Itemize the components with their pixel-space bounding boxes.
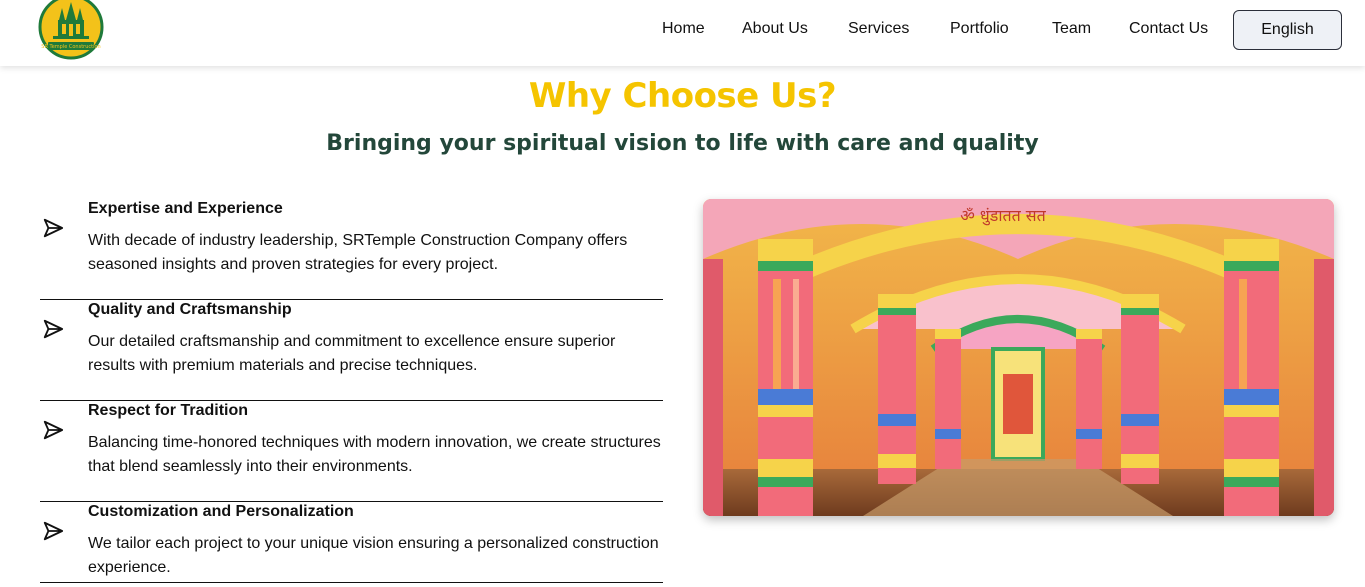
temple-illustration: ॐ धुंडातत सत bbox=[703, 199, 1334, 516]
feature-description: With decade of industry leadership, SRTe… bbox=[88, 232, 628, 273]
feature-description: We tailor each project to your unique vi… bbox=[88, 535, 659, 576]
nav-portfolio[interactable]: Portfolio bbox=[950, 20, 1009, 38]
send-arrow-icon bbox=[43, 218, 64, 238]
language-button[interactable]: English bbox=[1233, 10, 1342, 50]
nav-home[interactable]: Home bbox=[662, 20, 705, 38]
nav-team[interactable]: Team bbox=[1052, 20, 1091, 38]
send-arrow-icon bbox=[43, 521, 64, 541]
arch-inscription: ॐ धुंडातत सत bbox=[960, 206, 1046, 226]
section-subtitle: Bringing your spiritual vision to life w… bbox=[326, 131, 1039, 156]
feature-title: Customization and Personalization bbox=[88, 503, 354, 520]
nav-contact-us[interactable]: Contact Us bbox=[1129, 20, 1208, 38]
send-arrow-icon bbox=[43, 420, 64, 440]
send-arrow-icon bbox=[43, 319, 64, 339]
site-header: SR Temple Construction Home About Us Ser… bbox=[0, 0, 1365, 66]
nav-services[interactable]: Services bbox=[848, 20, 909, 38]
logo-icon[interactable]: SR Temple Construction bbox=[38, 0, 104, 60]
feature-title: Respect for Tradition bbox=[88, 402, 249, 419]
feature-title: Quality and Craftsmanship bbox=[88, 301, 292, 318]
feature-item: Expertise and Experience With decade of … bbox=[40, 199, 663, 300]
feature-description: Our detailed craftsmanship and commitmen… bbox=[88, 333, 616, 374]
feature-item: Customization and Personalization We tai… bbox=[40, 502, 663, 583]
nav-about-us[interactable]: About Us bbox=[742, 20, 808, 38]
feature-item: Quality and Craftsmanship Our detailed c… bbox=[40, 300, 663, 401]
section-title: Why Choose Us? bbox=[528, 76, 837, 116]
feature-description: Balancing time-honored techniques with m… bbox=[88, 434, 661, 475]
temple-interior-image: ॐ धुंडातत सत bbox=[703, 199, 1334, 516]
feature-item: Respect for Tradition Balancing time-hon… bbox=[40, 401, 663, 502]
logo-text: SR Temple Construction bbox=[41, 44, 100, 50]
feature-title: Expertise and Experience bbox=[88, 200, 283, 217]
